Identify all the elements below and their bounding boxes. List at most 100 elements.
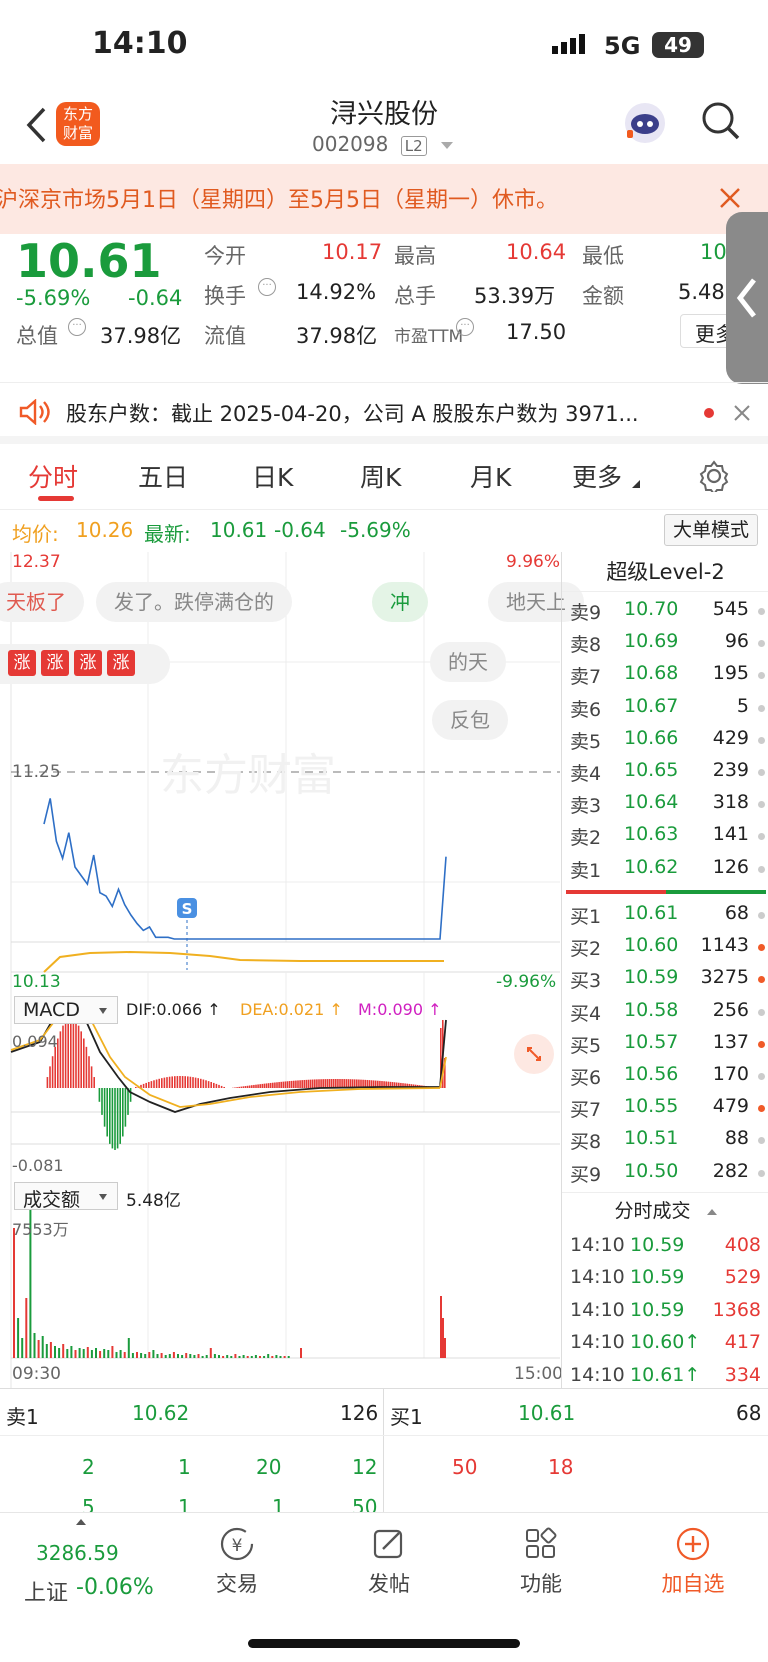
volume-bar [185, 1353, 188, 1358]
macd-bar [341, 1079, 343, 1088]
macd-bar [46, 1077, 49, 1088]
level2-title[interactable]: 超级Level-2 [562, 552, 768, 592]
macd-bar [272, 1082, 274, 1088]
block-order-mode-button[interactable]: 大单模式 [664, 514, 758, 546]
tab-month-k[interactable]: 月K [470, 458, 511, 494]
ask-row[interactable]: 卖9 10.70 545 [562, 596, 768, 626]
info-icon[interactable]: ··· [258, 278, 276, 296]
features-button[interactable]: 功能 [486, 1525, 596, 1598]
macd-bar [197, 1078, 199, 1088]
close-icon[interactable] [718, 186, 742, 214]
bid-row[interactable]: 买1 10.61 68 [562, 900, 768, 930]
intraday-chart[interactable]: 东方财富 S 12.37 9.96% 11.25 10.13 -9.96% 天板… [0, 552, 584, 1388]
ask-row[interactable]: 卖2 10.63 141 [562, 821, 768, 851]
bid-price: 10.57 [624, 1030, 679, 1053]
macd-bar [220, 1085, 223, 1088]
ask-row[interactable]: 卖6 10.67 5 [562, 693, 768, 723]
volume-bar [33, 1333, 36, 1358]
volume-bar [62, 1344, 65, 1358]
volume-bar [279, 1356, 282, 1358]
info-icon[interactable]: ··· [68, 318, 86, 336]
announcement-bar[interactable]: 股东户数：截止 2025-04-20，公司 A 股股东户数为 3971... [0, 382, 768, 444]
info-icon[interactable]: ··· [456, 318, 474, 336]
macd-bar [311, 1079, 314, 1088]
ask-vol: 545 [712, 598, 749, 620]
tab-week-k[interactable]: 周K [360, 458, 401, 494]
settings-icon[interactable] [698, 460, 730, 496]
ask-price: 10.66 [624, 726, 679, 749]
trade-vol: 334 [724, 1363, 761, 1386]
macd-bar [248, 1085, 251, 1088]
macd-selector[interactable]: MACD [14, 996, 118, 1024]
macd-bar [295, 1080, 297, 1088]
caret-down-icon [99, 1008, 107, 1014]
stock-code-row[interactable]: 002098 L2 [312, 132, 453, 156]
bid-row[interactable]: 买7 10.55 479 [562, 1093, 768, 1123]
trade-vol: 417 [724, 1331, 761, 1354]
trades-header[interactable]: 分时成交 [562, 1192, 768, 1228]
ask-row[interactable]: 卖7 10.68 195 [562, 660, 768, 690]
comment-bubble[interactable]: 天板了 [0, 582, 84, 622]
volume-bar [205, 1355, 208, 1358]
turnover-value: 14.92% [296, 280, 377, 304]
macd-bar [269, 1082, 272, 1088]
trade-button[interactable]: ¥ 交易 [182, 1525, 292, 1598]
level2-title-text: 超级Level-2 [606, 560, 725, 584]
bid-label: 买5 [570, 1034, 602, 1057]
comment-bubble[interactable]: 的天 [430, 642, 506, 682]
volume-selector[interactable]: 成交额 [14, 1182, 118, 1211]
robot-assistant-icon[interactable] [622, 100, 668, 150]
macd-bar [90, 1066, 93, 1088]
bid-row[interactable]: 买9 10.50 282 [562, 1158, 768, 1188]
pct-high-label: 9.96% [506, 552, 561, 572]
tab-five-day[interactable]: 五日 [138, 458, 188, 494]
ask-row[interactable]: 卖8 10.69 96 [562, 628, 768, 658]
ask-price: 10.62 [624, 855, 679, 878]
search-icon[interactable] [700, 100, 742, 146]
bid-row[interactable]: 买4 10.58 256 [562, 997, 768, 1027]
limit-up-tags[interactable]: 涨涨涨涨 [0, 644, 170, 684]
sell-marker[interactable]: S [182, 900, 193, 918]
bid-row[interactable]: 买5 10.57 137 [562, 1029, 768, 1059]
post-button[interactable]: 发帖 [334, 1525, 444, 1598]
trade-row[interactable]: 14:10 10.59 529 [562, 1264, 768, 1294]
trade-row[interactable]: 14:10 10.59 408 [562, 1232, 768, 1262]
edit-icon [373, 1529, 403, 1559]
comment-bubble[interactable]: 发了。跌停满仓的 [96, 582, 292, 622]
bid-row[interactable]: 买6 10.56 170 [562, 1061, 768, 1091]
home-indicator [248, 1639, 520, 1648]
order-dot [758, 672, 765, 680]
comment-bubble[interactable]: 冲 [372, 582, 428, 622]
amount-label: 金额 [582, 284, 624, 308]
macd-bar [158, 1078, 160, 1088]
holiday-notice[interactable]: 沪深京市场5月1日（星期四）至5月5日（星期一）休市。 [0, 164, 768, 234]
tab-more[interactable]: 更多 [572, 458, 622, 494]
side-drawer-handle[interactable] [726, 212, 768, 384]
ask-row[interactable]: 卖1 10.62 126 [562, 854, 768, 884]
trade-row[interactable]: 14:10 10.59 1368 [562, 1297, 768, 1327]
close-icon[interactable] [732, 403, 752, 427]
volume-bar [275, 1355, 278, 1358]
bid-row[interactable]: 买2 10.60 1143 [562, 932, 768, 962]
ask-row[interactable]: 卖3 10.64 318 [562, 789, 768, 819]
bid-row[interactable]: 买3 10.59 3275 [562, 964, 768, 994]
comment-bubble[interactable]: 反包 [432, 700, 508, 740]
macd-bar [297, 1080, 299, 1088]
tab-day-k[interactable]: 日K [252, 458, 293, 494]
bid-row[interactable]: 买8 10.51 88 [562, 1125, 768, 1155]
queue-cell: 2 [82, 1455, 95, 1479]
ask-vol: 96 [724, 630, 749, 653]
trade-icon: ¥ [220, 1527, 254, 1561]
limit-up-tag: 涨 [41, 650, 69, 676]
trade-row[interactable]: 14:10 10.60↑ 417 [562, 1329, 768, 1359]
avg-value: 10.26 [76, 518, 134, 542]
add-watchlist-button[interactable]: 加自选 [638, 1525, 748, 1598]
limit-up-tag: 涨 [74, 650, 102, 676]
ask-row[interactable]: 卖4 10.65 239 [562, 757, 768, 787]
volume-bar [254, 1355, 257, 1358]
tab-intraday[interactable]: 分时 [28, 458, 78, 494]
expand-icon[interactable] [514, 1034, 554, 1074]
battery-level: 49 [664, 33, 692, 57]
volume-bar [259, 1356, 261, 1358]
ask-row[interactable]: 卖5 10.66 429 [562, 725, 768, 755]
